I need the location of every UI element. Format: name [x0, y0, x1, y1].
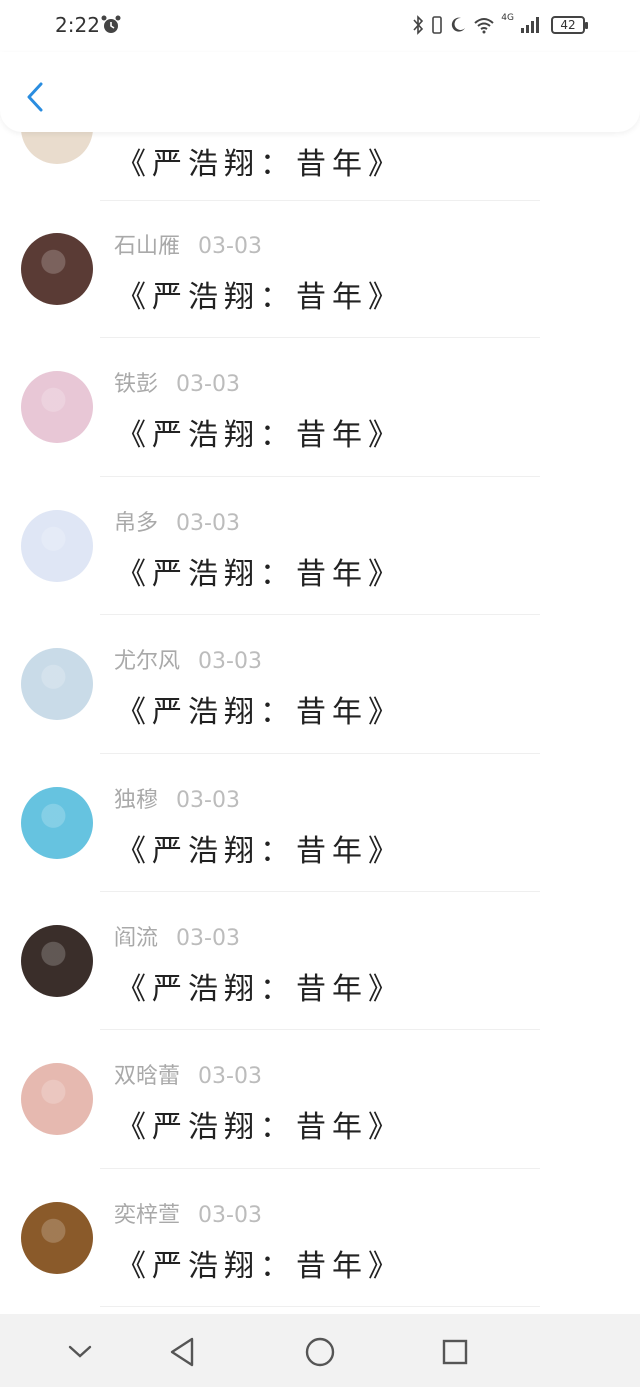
status-icons: 4G — [411, 13, 540, 37]
list-item[interactable]: 石山雁 03-03 《严浩翔：昔年》 — [0, 200, 640, 339]
avatar[interactable] — [21, 371, 93, 444]
post-date: 03-03 — [176, 510, 240, 536]
list-item[interactable]: 尤尔风 03-03 《严浩翔：昔年》 — [0, 615, 640, 754]
avatar[interactable] — [21, 786, 93, 859]
author-line: 阎流 03-03 — [114, 920, 240, 952]
signal-icon — [521, 17, 539, 33]
author-line: 尤尔风 03-03 — [114, 643, 262, 675]
bluetooth-icon — [413, 15, 424, 35]
author-name[interactable]: 帛多 — [114, 511, 158, 536]
vibrate-icon — [432, 16, 443, 34]
battery-icon: 42 — [551, 16, 588, 34]
author-name[interactable]: 双晗蕾 — [114, 1064, 180, 1089]
avatar[interactable] — [21, 132, 93, 164]
moon-icon — [452, 17, 466, 32]
nav-recents-button[interactable] — [435, 1332, 475, 1372]
author-name[interactable]: 铁彭 — [114, 372, 158, 397]
header — [0, 52, 640, 132]
list-item[interactable]: 《严浩翔：昔年》 — [0, 132, 640, 201]
author-line: 独穆 03-03 — [114, 782, 240, 814]
author-name[interactable]: 独穆 — [114, 788, 158, 813]
author-line: 铁彭 03-03 — [114, 366, 240, 398]
author-name[interactable]: 奕梓萱 — [114, 1203, 180, 1228]
chevron-left-icon — [27, 82, 43, 112]
alarm-clock-icon — [101, 15, 121, 33]
avatar[interactable] — [21, 509, 93, 582]
avatar[interactable] — [21, 1063, 93, 1136]
list-item[interactable]: 铁彭 03-03 《严浩翔：昔年》 — [0, 338, 640, 477]
list-item[interactable]: 奕梓萱 03-03 《严浩翔：昔年》 — [0, 1169, 640, 1308]
home-circle-icon — [305, 1337, 335, 1367]
status-time: 2:22 — [55, 13, 100, 37]
list-item[interactable]: 独穆 03-03 《严浩翔：昔年》 — [0, 754, 640, 892]
post-date: 03-03 — [198, 1064, 262, 1090]
poem-title[interactable]: 《严浩翔：昔年》 — [116, 1241, 404, 1285]
author-line: 石山雁 03-03 — [114, 228, 262, 260]
author-line: 双晗蕾 03-03 — [114, 1058, 262, 1090]
poem-title[interactable]: 《严浩翔：昔年》 — [116, 549, 404, 593]
post-date: 03-03 — [198, 234, 262, 259]
post-date: 03-03 — [176, 372, 240, 398]
author-line: 帛多 03-03 — [114, 505, 240, 537]
nav-collapse-button[interactable] — [60, 1332, 100, 1372]
post-date: 03-03 — [176, 926, 240, 951]
status-bar: 2:22 4G 42 — [0, 0, 640, 52]
chevron-down-icon — [68, 1345, 92, 1358]
network-type: 4G — [501, 13, 514, 23]
poem-title[interactable]: 《严浩翔：昔年》 — [116, 410, 404, 454]
comment-list: 《严浩翔：昔年》 石山雁 03-03 《严浩翔：昔年》 铁彭 03-03 《严浩翔：昔年》… — [0, 132, 640, 1314]
list-item[interactable]: 阎流 03-03 《严浩翔：昔年》 — [0, 892, 640, 1031]
system-nav-bar — [0, 1314, 640, 1387]
wifi-icon — [474, 18, 494, 34]
post-date: 03-03 — [198, 1202, 262, 1228]
author-name[interactable]: 阎流 — [114, 926, 158, 951]
avatar[interactable] — [21, 648, 93, 721]
poem-title[interactable]: 《严浩翔：昔年》 — [116, 272, 404, 316]
divider — [100, 1306, 540, 1308]
nav-home-button[interactable] — [300, 1332, 340, 1372]
avatar[interactable] — [21, 233, 93, 305]
poem-title[interactable]: 《严浩翔：昔年》 — [116, 826, 404, 870]
author-name[interactable]: 石山雁 — [114, 234, 180, 259]
poem-title[interactable]: 《严浩翔：昔年》 — [116, 964, 404, 1008]
avatar[interactable] — [21, 925, 93, 997]
recents-square-icon — [442, 1339, 468, 1365]
post-date: 03-03 — [198, 649, 262, 675]
avatar[interactable] — [21, 1201, 93, 1274]
author-line: 奕梓萱 03-03 — [114, 1197, 262, 1229]
back-triangle-icon — [170, 1337, 194, 1367]
nav-back-button[interactable] — [162, 1332, 202, 1372]
post-date: 03-03 — [176, 787, 240, 813]
poem-title: 《严浩翔：昔年》 — [116, 147, 404, 182]
poem-title[interactable]: 《严浩翔：昔年》 — [116, 1102, 404, 1146]
author-name[interactable]: 尤尔风 — [114, 649, 180, 674]
poem-title[interactable]: 《严浩翔：昔年》 — [116, 687, 404, 731]
list-item[interactable]: 双晗蕾 03-03 《严浩翔：昔年》 — [0, 1030, 640, 1169]
list-item[interactable]: 帛多 03-03 《严浩翔：昔年》 — [0, 477, 640, 616]
back-button[interactable] — [18, 80, 52, 114]
